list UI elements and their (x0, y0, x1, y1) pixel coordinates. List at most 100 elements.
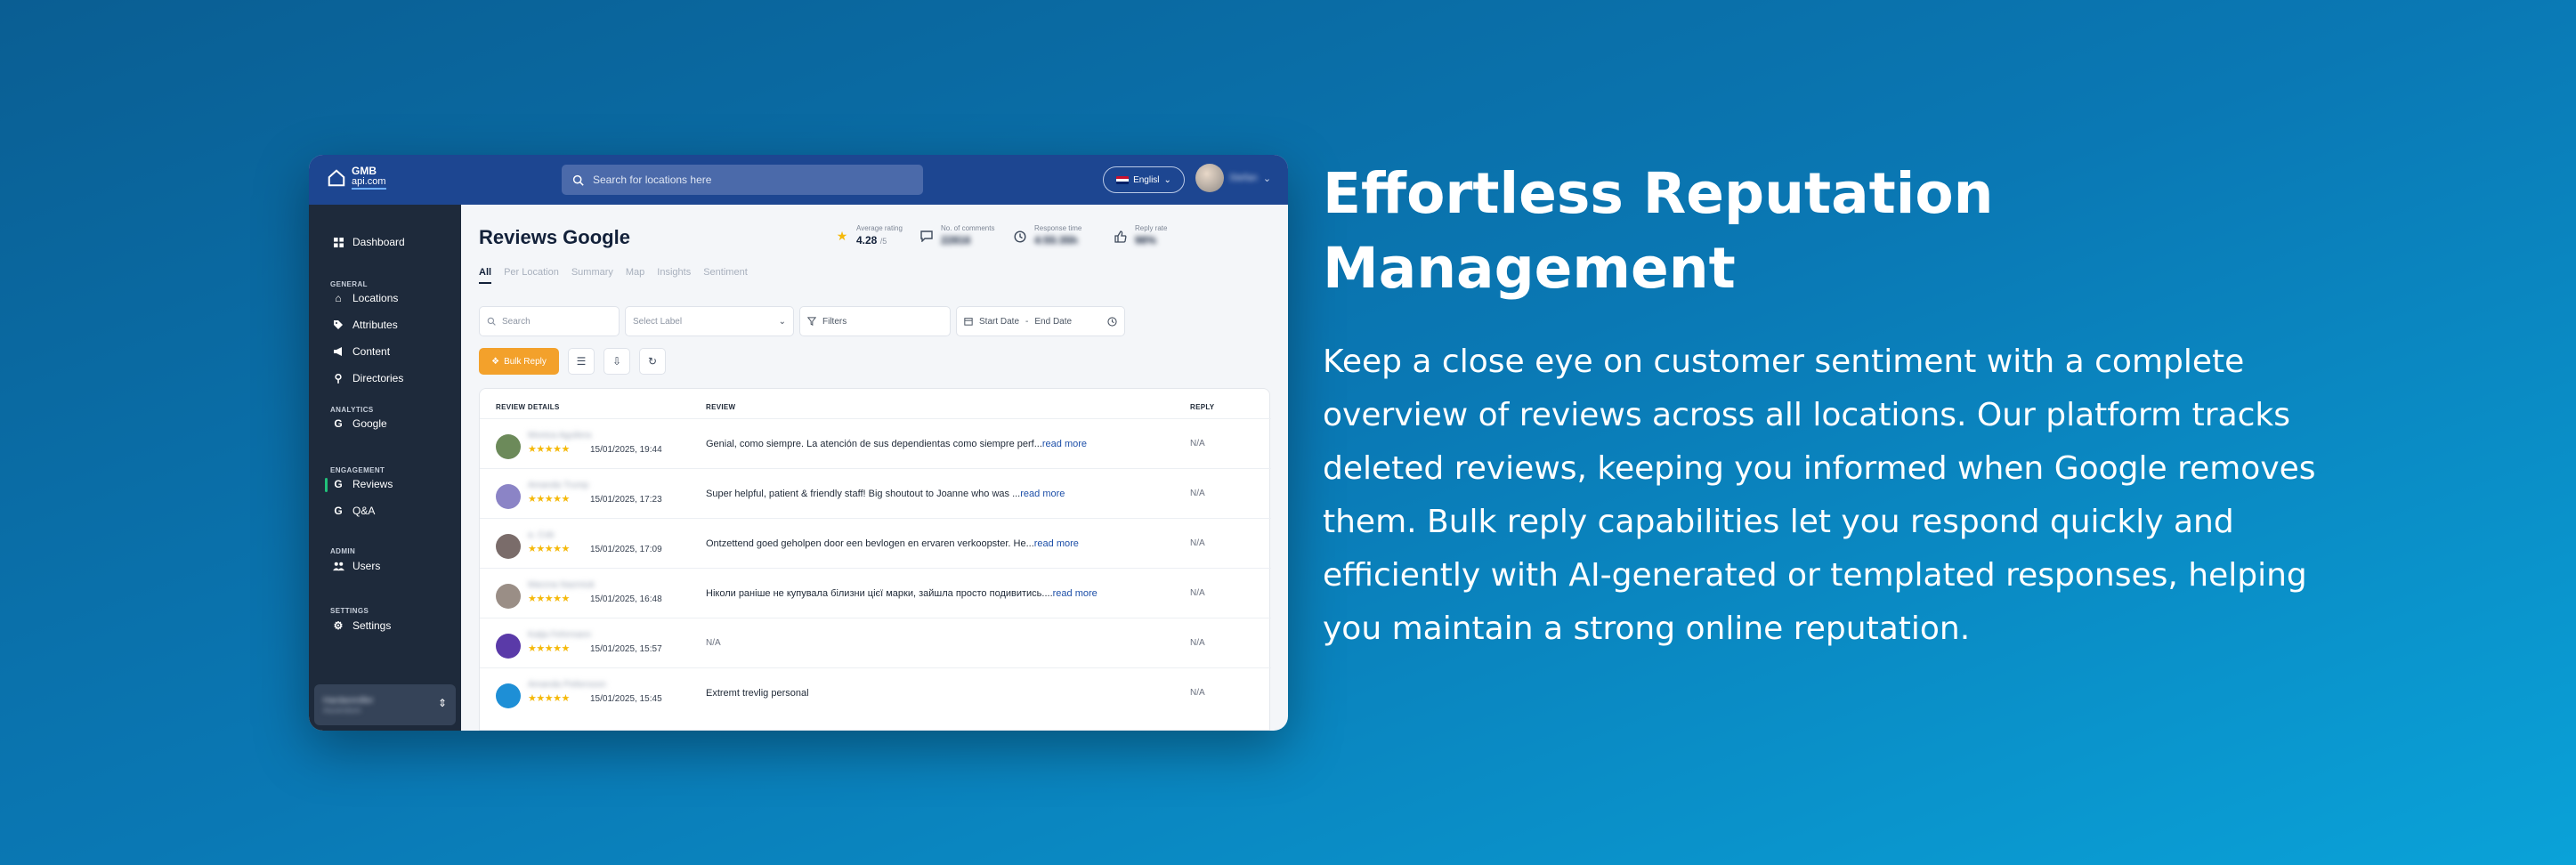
rating-stars: ★★★★★ (528, 693, 570, 704)
rating-stars: ★★★★★ (528, 494, 570, 505)
logo[interactable]: GMB api.com (327, 166, 386, 190)
avatar (1195, 164, 1224, 192)
uk-flag-icon (1116, 175, 1130, 184)
search-placeholder: Search (502, 316, 531, 327)
language-selector[interactable]: Englisl ⌄ (1103, 166, 1185, 193)
avatar (496, 484, 521, 509)
section-general: GENERAL (330, 280, 368, 288)
tab-summary[interactable]: Summary (571, 267, 613, 284)
tab-sentiment[interactable]: Sentiment (703, 267, 748, 284)
review-date: 15/01/2025, 16:48 (590, 594, 662, 604)
sidebar-item-label: Reviews (352, 478, 393, 490)
review-text: Ніколи раніше не купувала білизни цієї м… (706, 588, 1098, 599)
users-icon (332, 560, 344, 572)
active-indicator (325, 478, 328, 492)
review-text: N/A (706, 638, 721, 648)
filters-button[interactable]: Filters (799, 306, 951, 336)
read-more-link[interactable]: read more (1034, 538, 1079, 549)
review-date: 15/01/2025, 15:45 (590, 694, 662, 704)
end-date: End Date (1034, 316, 1073, 327)
comment-icon (919, 230, 934, 244)
read-more-link[interactable]: read more (1042, 439, 1087, 449)
sidebar-item-google[interactable]: G Google (332, 417, 387, 430)
date-range-picker[interactable]: Start Date - End Date (956, 306, 1125, 336)
home-icon: ⌂ (335, 292, 342, 304)
table-row[interactable]: Amanda Pettersson ★★★★★ 15/01/2025, 15:45 E… (480, 667, 1271, 717)
account-name: Hardanmiller (323, 695, 374, 706)
rating-stars: ★★★★★ (528, 544, 570, 554)
app-window: GMB api.com Englisl ⌄ Stefan ⌄ (309, 155, 1288, 731)
tag-icon (332, 319, 344, 331)
sidebar-item-settings[interactable]: ⚙ Settings (332, 619, 392, 632)
rating-stars: ★★★★★ (528, 594, 570, 604)
reviewer-name: Amanda Trump (528, 481, 589, 490)
column-header-details: REVIEW DETAILS (496, 403, 560, 411)
sidebar-item-attributes[interactable]: Attributes (332, 319, 398, 331)
megaphone-icon (332, 345, 344, 358)
search-icon (487, 317, 496, 326)
avatar (496, 534, 521, 559)
chevron-up-down-icon: ⇕ (437, 697, 447, 709)
tab-bar: All Per Location Summary Map Insights Se… (479, 267, 748, 284)
search-input[interactable] (593, 174, 895, 186)
date-separator: - (1025, 316, 1029, 327)
directories-icon: ⚲ (334, 372, 343, 384)
sliders-icon: ☰ (576, 355, 587, 368)
table-row[interactable]: Monica Aguilera ★★★★★ 15/01/2025, 19:44 Gen… (480, 418, 1271, 468)
tab-all[interactable]: All (479, 267, 492, 284)
tab-map[interactable]: Map (626, 267, 644, 284)
account-switcher[interactable]: Hardanmiller Ascendum ⇕ (314, 684, 456, 725)
start-date: Start Date (979, 316, 1020, 327)
read-more-link[interactable]: read more (1053, 588, 1098, 599)
refresh-button[interactable]: ↻ (639, 348, 666, 375)
sidebar-item-label: Settings (352, 619, 392, 632)
sidebar-item-label: Q&A (352, 505, 376, 517)
sidebar-item-content[interactable]: Content (332, 345, 390, 358)
label-select-placeholder: Select Label (633, 316, 683, 327)
section-admin: ADMIN (330, 547, 356, 555)
sidebar-item-qa[interactable]: G Q&A (332, 505, 375, 517)
section-settings: SETTINGS (330, 607, 369, 615)
clock-icon (1013, 230, 1027, 244)
stat-average-rating: ★ Average rating 4.28 /5 (836, 224, 903, 247)
review-text: Extremt trevlig personal (706, 688, 809, 699)
star-icon: ★ (836, 229, 848, 243)
layers-icon: ❖ (491, 356, 500, 367)
avatar (496, 434, 521, 459)
sidebar-item-label: Google (352, 417, 387, 430)
action-buttons: ❖ Bulk Reply ☰ ⇩ ↻ (479, 348, 666, 375)
reviewer-name: Monica Aguilera (528, 431, 592, 441)
table-row[interactable]: Marzna Nazmiuk ★★★★★ 15/01/2025, 16:48 Ніко… (480, 568, 1271, 618)
rating-stars: ★★★★★ (528, 444, 570, 455)
avatar (496, 584, 521, 609)
review-search-field[interactable]: Search (479, 306, 620, 336)
download-button[interactable]: ⇩ (603, 348, 630, 375)
filters-label: Filters (822, 316, 847, 327)
sidebar-item-directories[interactable]: ⚲ Directories (332, 372, 404, 384)
location-search[interactable] (562, 165, 923, 195)
column-header-review: REVIEW (706, 403, 736, 411)
thumbs-up-icon (1114, 230, 1128, 244)
table-row[interactable]: a. Cob ★★★★★ 15/01/2025, 17:09 Ontzettend g… (480, 518, 1271, 568)
logo-text: GMB api.com (352, 166, 386, 190)
read-more-link[interactable]: read more (1020, 489, 1065, 499)
user-menu[interactable]: Stefan ⌄ (1195, 164, 1271, 192)
settings-sliders-button[interactable]: ☰ (568, 348, 595, 375)
tab-insights[interactable]: Insights (657, 267, 691, 284)
table-row[interactable]: Amanda Trump ★★★★★ 15/01/2025, 17:23 Super … (480, 468, 1271, 518)
main-content: Reviews Google ★ Average rating 4.28 /5 … (461, 205, 1288, 731)
table-row[interactable]: Katja Fehrmann ★★★★★ 15/01/2025, 15:57 N/A N… (480, 618, 1271, 667)
sidebar-item-dashboard[interactable]: Dashboard (332, 236, 405, 248)
tab-per-location[interactable]: Per Location (504, 267, 559, 284)
sidebar-item-locations[interactable]: ⌂ Locations (332, 292, 398, 304)
sidebar-item-reviews[interactable]: G Reviews (332, 478, 393, 490)
bulk-reply-label: Bulk Reply (504, 356, 547, 367)
label-select[interactable]: Select Label ⌄ (625, 306, 794, 336)
sidebar-item-label: Locations (352, 292, 399, 304)
sidebar-item-users[interactable]: Users (332, 560, 380, 572)
filter-icon (807, 317, 816, 326)
stat-comments: No. of comments 22816 (919, 224, 994, 248)
bulk-reply-button[interactable]: ❖ Bulk Reply (479, 348, 559, 375)
reply-status: N/A (1190, 638, 1205, 648)
reply-status: N/A (1190, 588, 1205, 598)
